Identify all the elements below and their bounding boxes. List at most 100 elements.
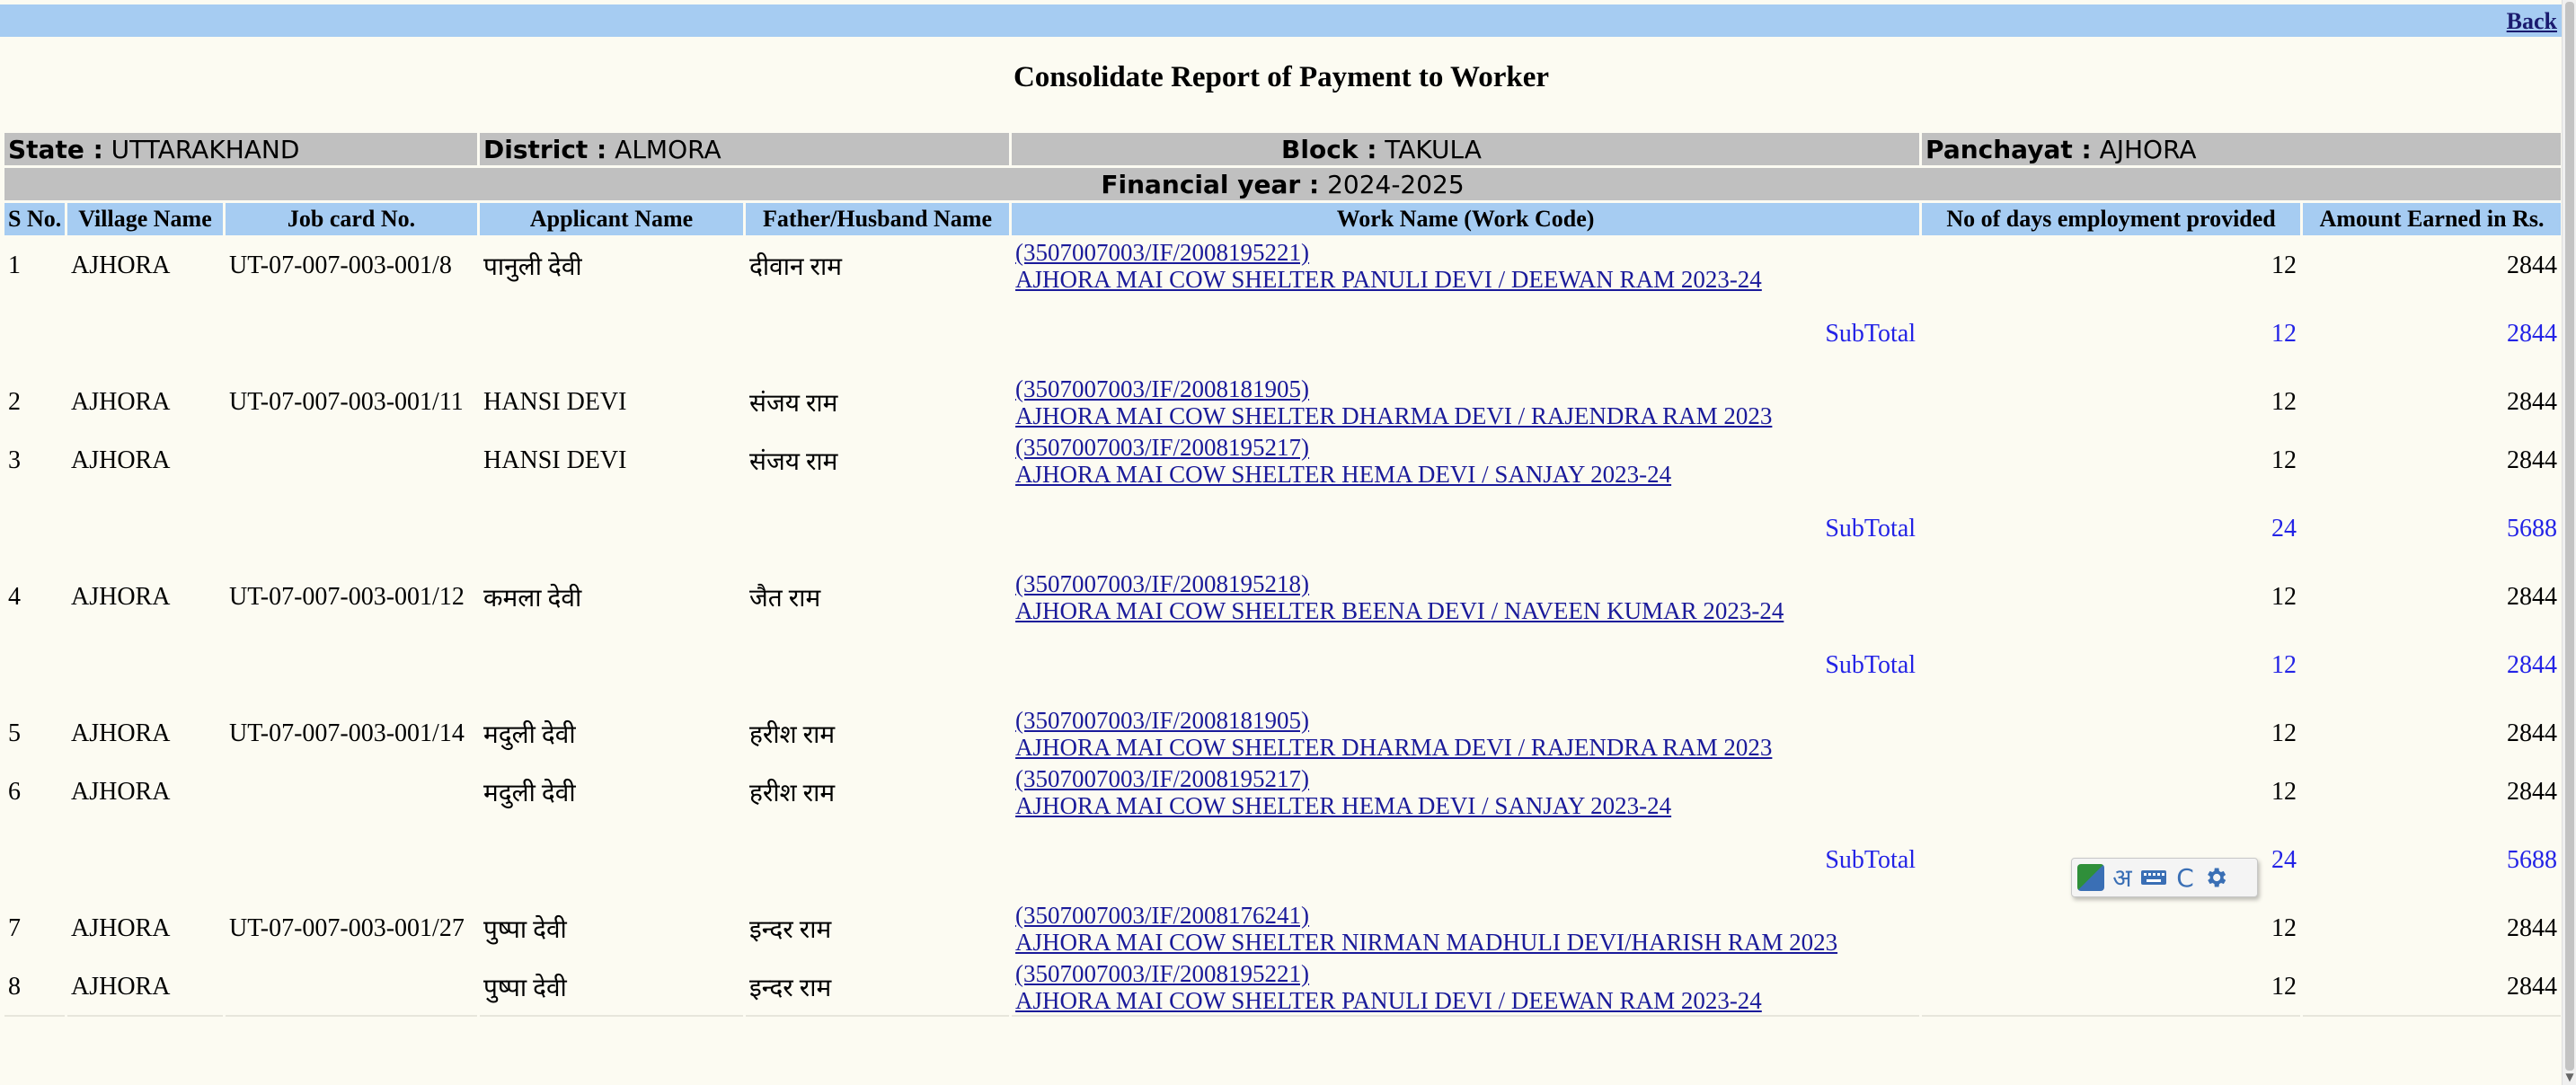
table-row: 8 AJHORA पुष्पा देवी इन्दर राम (3507007003/I… [2,957,2564,1017]
subtotal-label: SubTotal [1009,489,1923,569]
work-code-link[interactable]: (3507007003/IF/2008195221) [1015,240,1916,267]
col-days: No of days employment provided [1919,200,2304,238]
empty-cell [2,294,67,375]
subtotal-label: SubTotal [1009,820,1923,901]
subtotal-row: SubTotal 12 2844 [2,625,2564,706]
subtotal-amount: 5688 [2300,489,2564,569]
ime-logo-icon[interactable] [2077,862,2104,893]
days-cell: 12 [1919,898,2304,959]
sno-cell: 3 [2,430,67,491]
empty-cell [222,294,481,375]
vertical-scrollbar[interactable]: ▼ [2562,0,2576,1085]
subtotal-amount: 2844 [2300,625,2564,706]
sno-cell: 4 [2,567,67,628]
district-cell: District : ALMORA [477,130,1013,168]
subtotal-label: SubTotal [1009,294,1923,375]
panchayat-cell: Panchayat : AJHORA [1919,130,2564,168]
work-name-link[interactable]: AJHORA MAI COW SHELTER HEMA DEVI / SANJA… [1015,792,1916,819]
jobcard-cell: UT-07-007-003-001/27 [222,898,481,959]
jobcard-cell: UT-07-007-003-001/12 [222,567,481,628]
work-name-link[interactable]: AJHORA MAI COW SHELTER PANULI DEVI / DEE… [1015,987,1916,1014]
days-cell: 12 [1919,703,2304,764]
col-work-name: Work Name (Work Code) [1009,200,1923,238]
work-cell: (3507007003/IF/2008176241) AJHORA MAI COW… [1009,898,1923,959]
applicant-cell: पानुली देवी [477,235,747,296]
empty-cell [743,489,1013,569]
work-code-link[interactable]: (3507007003/IF/2008195217) [1015,435,1916,462]
jobcard-cell [222,762,481,823]
back-link[interactable]: Back [2507,8,2557,35]
jobcard-cell: UT-07-007-003-001/11 [222,372,481,433]
subtotal-days: 12 [1919,294,2304,375]
work-code-link[interactable]: (3507007003/IF/2008195217) [1015,766,1916,793]
col-jobcard: Job card No. [222,200,481,238]
father-cell: संजय राम [743,372,1013,433]
work-name-link[interactable]: AJHORA MAI COW SHELTER PANULI DEVI / DEE… [1015,266,1916,293]
hindi-input-toggle[interactable]: अ [2110,862,2135,893]
keyboard-icon[interactable] [2140,862,2167,893]
empty-cell [477,625,747,706]
work-cell: (3507007003/IF/2008195217) AJHORA MAI COW… [1009,762,1923,823]
amount-cell: 2844 [2300,372,2564,433]
table-row: 7 AJHORA UT-07-007-003-001/27 पुष्पा देवी इन… [2,898,2564,959]
jobcard-cell: UT-07-007-003-001/8 [222,235,481,296]
father-cell: इन्दर राम [743,957,1013,1017]
days-cell: 12 [1919,762,2304,823]
table-row: 2 AJHORA UT-07-007-003-001/11 HANSI DEVI संज… [2,372,2564,433]
amount-cell: 2844 [2300,762,2564,823]
amount-cell: 2844 [2300,430,2564,491]
financial-year-label: Financial year : [1101,169,1320,199]
work-code-link[interactable]: (3507007003/IF/2008195218) [1015,571,1916,598]
work-code-link[interactable]: (3507007003/IF/2008181905) [1015,376,1916,403]
scrollbar-thumb[interactable] [2565,2,2574,1071]
sno-cell: 2 [2,372,67,433]
father-cell: इन्दर राम [743,898,1013,959]
work-code-link[interactable]: (3507007003/IF/2008181905) [1015,708,1916,735]
ime-toolbar[interactable]: अ C [2071,858,2258,897]
applicant-cell: मदुली देवी [477,703,747,764]
empty-cell [743,820,1013,901]
work-name-link[interactable]: AJHORA MAI COW SHELTER DHARMA DEVI / RAJ… [1015,734,1916,761]
days-cell: 12 [1919,567,2304,628]
applicant-cell: HANSI DEVI [477,430,747,491]
empty-cell [2,625,67,706]
empty-cell [2,489,67,569]
days-cell: 12 [1919,372,2304,433]
ime-c-button[interactable]: C [2173,862,2198,893]
work-cell: (3507007003/IF/2008181905) AJHORA MAI COW… [1009,372,1923,433]
empty-cell [222,625,481,706]
father-cell: संजय राम [743,430,1013,491]
village-cell: AJHORA [65,957,226,1017]
top-bar: Back [0,4,2563,37]
col-father: Father/Husband Name [743,200,1013,238]
col-village: Village Name [65,200,226,238]
jobcard-cell: UT-07-007-003-001/14 [222,703,481,764]
empty-cell [222,489,481,569]
state-value: UTTARAKHAND [111,134,300,164]
father-cell: हरीश राम [743,703,1013,764]
work-cell: (3507007003/IF/2008195221) AJHORA MAI COW… [1009,235,1923,296]
work-name-link[interactable]: AJHORA MAI COW SHELTER DHARMA DEVI / RAJ… [1015,402,1916,429]
gear-icon[interactable] [2203,862,2228,893]
subtotal-days: 12 [1919,625,2304,706]
col-amount: Amount Earned in Rs. [2300,200,2564,238]
empty-cell [477,820,747,901]
block-label: Block : [1281,134,1377,164]
report-title: Consolidate Report of Payment to Worker [1013,61,1550,93]
amount-cell: 2844 [2300,957,2564,1017]
empty-cell [743,625,1013,706]
applicant-cell: HANSI DEVI [477,372,747,433]
scroll-down-arrow-icon[interactable]: ▼ [2565,1071,2574,1083]
work-name-link[interactable]: AJHORA MAI COW SHELTER BEENA DEVI / NAVE… [1015,597,1916,624]
work-name-link[interactable]: AJHORA MAI COW SHELTER NIRMAN MADHULI DE… [1015,929,1916,956]
empty-cell [2,820,67,901]
father-cell: जैत राम [743,567,1013,628]
work-cell: (3507007003/IF/2008195218) AJHORA MAI COW… [1009,567,1923,628]
amount-cell: 2844 [2300,898,2564,959]
sno-cell: 8 [2,957,67,1017]
work-name-link[interactable]: AJHORA MAI COW SHELTER HEMA DEVI / SANJA… [1015,461,1916,488]
applicant-cell: मदुली देवी [477,762,747,823]
work-code-link[interactable]: (3507007003/IF/2008195221) [1015,960,1916,987]
table-row: 6 AJHORA मदुली देवी हरीश राम (3507007003/IF/… [2,762,2564,823]
work-code-link[interactable]: (3507007003/IF/2008176241) [1015,903,1916,930]
